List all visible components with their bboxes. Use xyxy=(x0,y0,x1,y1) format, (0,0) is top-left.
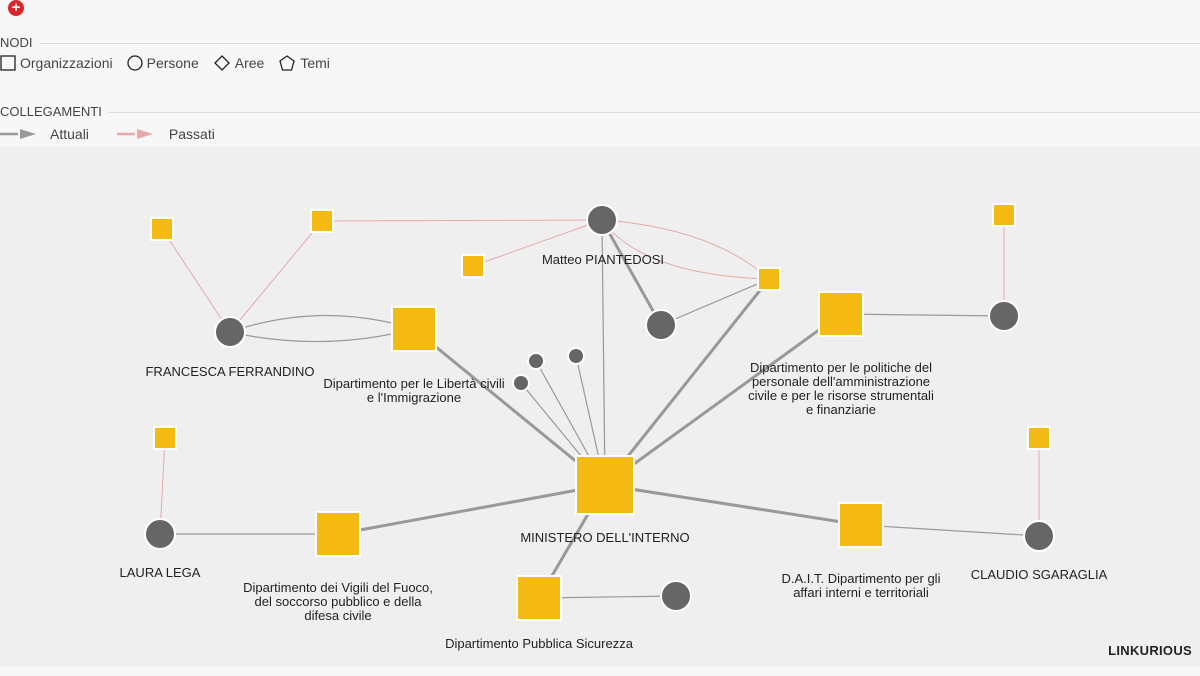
node-organization-o_l2[interactable] xyxy=(153,426,177,450)
legend-persons[interactable]: Persone xyxy=(126,55,199,71)
bottom-bar xyxy=(0,667,1200,676)
node-person-piantedosi[interactable] xyxy=(586,204,618,236)
pentagon-icon xyxy=(279,55,296,71)
legend-organizations-label: Organizzazioni xyxy=(20,55,113,71)
plus-circle-icon[interactable]: + xyxy=(8,0,24,16)
legend-areas[interactable]: Aree xyxy=(213,55,265,71)
legend-past-label: Passati xyxy=(168,126,215,142)
node-person-p_s2[interactable] xyxy=(567,347,585,365)
diamond-icon xyxy=(213,55,230,71)
square-icon xyxy=(0,55,16,71)
node-organization-o_t2[interactable] xyxy=(310,209,334,233)
legend-past-links[interactable]: Passati xyxy=(116,126,215,142)
node-person-p_s3[interactable] xyxy=(512,374,530,392)
legend-themes-label: Temi xyxy=(300,55,330,71)
link-current-dip_politiche-p_right[interactable] xyxy=(840,313,1005,317)
node-organization-o_r2[interactable] xyxy=(1027,426,1051,450)
link-current-ministero-dait[interactable] xyxy=(604,483,862,527)
link-current-piantedosi-p_mid[interactable] xyxy=(600,219,663,326)
brand-logo: LINKURIOUS xyxy=(1108,643,1192,658)
node-label-lega: LAURA LEGA xyxy=(120,565,201,580)
link-past-piantedosi-o_t4-arc[interactable] xyxy=(601,219,770,280)
link-past-ferrandino-o_tl[interactable] xyxy=(161,228,231,333)
node-organization-o_tr[interactable] xyxy=(992,203,1016,227)
node-person-p_right[interactable] xyxy=(988,300,1020,332)
node-label-dip_ps: Dipartimento Pubblica Sicurezza xyxy=(445,636,634,651)
legend-areas-label: Aree xyxy=(234,55,265,71)
legend-current-links[interactable]: Attuali xyxy=(0,126,89,142)
link-types-legend: Attuali Passati xyxy=(0,126,229,142)
node-label-dip_liberta: Dipartimento per le Libertà civili e l'Im… xyxy=(323,376,504,405)
legend-themes[interactable]: Temi xyxy=(278,55,330,71)
node-organization-dip_ps[interactable] xyxy=(516,575,562,621)
node-organization-dait[interactable] xyxy=(838,502,884,548)
node-organization-dip_liberta[interactable] xyxy=(391,306,437,352)
circle-icon xyxy=(126,55,143,71)
node-person-lega[interactable] xyxy=(144,518,176,550)
node-label-ferrandino: FRANCESCA FERRANDINO xyxy=(145,364,314,379)
link-past-piantedosi-o_t4[interactable] xyxy=(601,219,770,280)
legend-current-label: Attuali xyxy=(50,126,89,142)
node-organization-dip_politiche[interactable] xyxy=(818,291,864,337)
node-organization-dip_vigili[interactable] xyxy=(315,511,361,557)
link-past-piantedosi-o_t2[interactable] xyxy=(321,219,603,222)
node-organization-o_tl[interactable] xyxy=(150,217,174,241)
node-label-dait: D.A.I.T. Dipartimento per gli affari inte… xyxy=(782,571,941,600)
legend-organizations[interactable]: Organizzazioni xyxy=(0,55,113,71)
legend-persons-label: Persone xyxy=(146,55,199,71)
node-label-dip_politiche: Dipartimento per le politiche del persona… xyxy=(748,360,934,417)
node-label-sgaraglia: CLAUDIO SGARAGLIA xyxy=(971,567,1108,582)
graph-canvas[interactable]: MINISTERO DELL'INTERNO Matteo PIANTEDOSI F… xyxy=(0,147,1200,667)
legend-panel: + NODI Organizzazioni Persone Aree Temi … xyxy=(0,0,1200,147)
nodes-section-title: NODI xyxy=(0,35,39,50)
past-link-arrow-icon xyxy=(116,129,153,139)
network-graph[interactable]: MINISTERO DELL'INTERNO Matteo PIANTEDOSI F… xyxy=(0,147,1200,667)
node-organization-ministero[interactable] xyxy=(575,455,635,515)
node-person-p_mid[interactable] xyxy=(645,309,677,341)
links-section-title: COLLEGAMENTI xyxy=(0,104,108,119)
link-current-ferrandino-dip_liberta[interactable] xyxy=(229,328,415,343)
link-current-dait-sgaraglia[interactable] xyxy=(860,524,1040,537)
current-link-arrow-icon xyxy=(0,129,36,139)
node-person-sgaraglia[interactable] xyxy=(1023,520,1055,552)
link-current-p_mid-o_t4[interactable] xyxy=(660,278,770,326)
link-current-ferrandino-dip_liberta[interactable] xyxy=(229,314,415,333)
divider xyxy=(0,112,1200,113)
node-label-piantedosi: Matteo PIANTEDOSI xyxy=(542,252,664,267)
node-organization-o_t3[interactable] xyxy=(461,254,485,278)
link-current-ministero-o_t4[interactable] xyxy=(603,278,771,486)
link-past-ferrandino-o_t2[interactable] xyxy=(229,220,323,333)
node-person-p_s1[interactable] xyxy=(527,352,545,370)
divider xyxy=(0,43,1200,44)
link-current-ministero-dip_vigili[interactable] xyxy=(337,483,606,536)
node-person-ferrandino[interactable] xyxy=(214,316,246,348)
node-types-legend: Organizzazioni Persone Aree Temi xyxy=(0,55,344,71)
node-organization-o_t4[interactable] xyxy=(757,267,781,291)
node-label-ministero: MINISTERO DELL'INTERNO xyxy=(520,530,689,545)
node-person-p_ps[interactable] xyxy=(660,580,692,612)
node-label-dip_vigili: Dipartimento dei Vigili del Fuoco, del so… xyxy=(243,580,433,623)
